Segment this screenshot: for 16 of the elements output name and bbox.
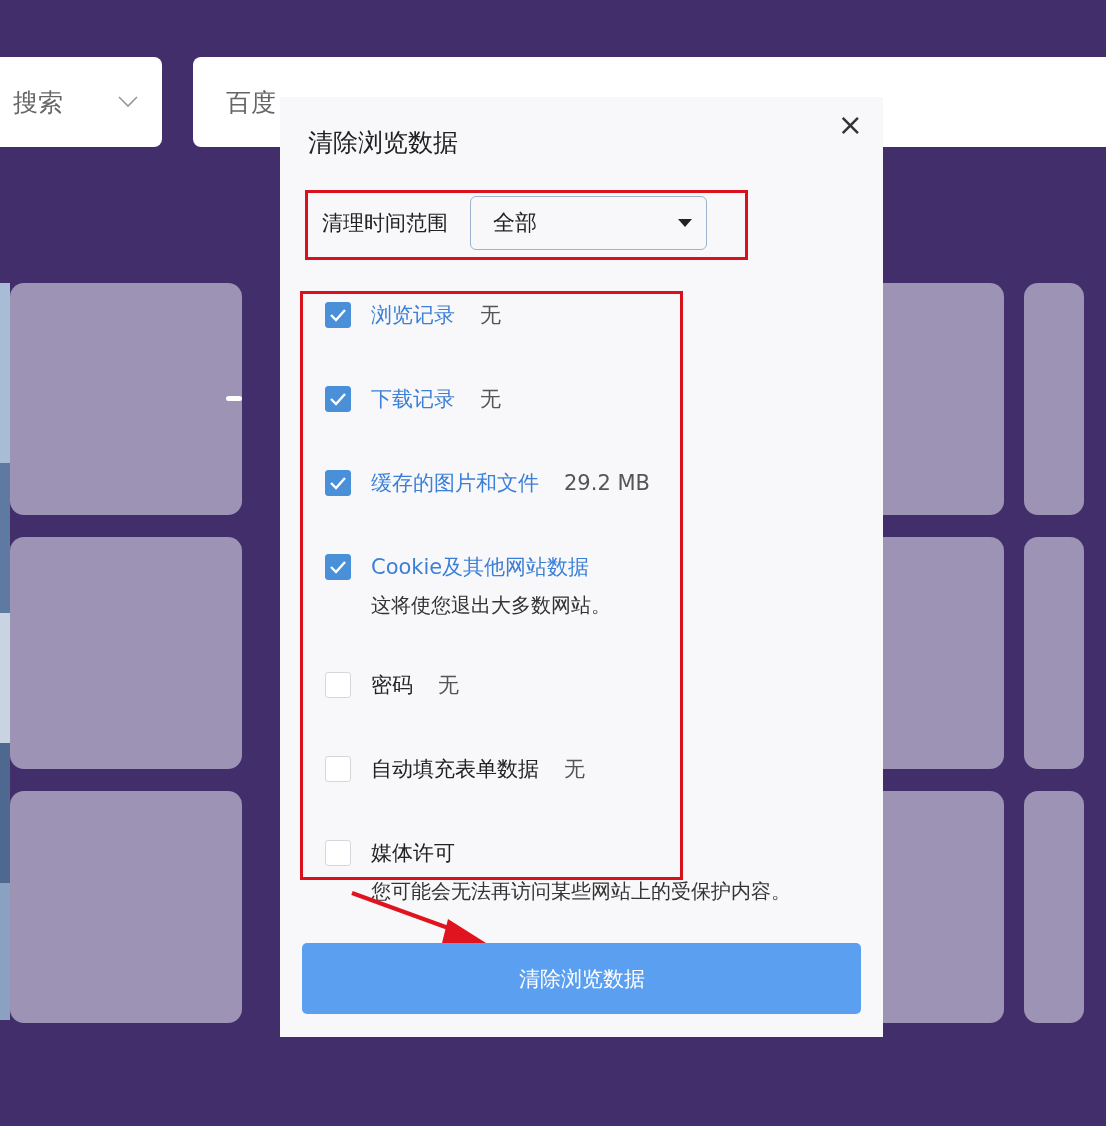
- option-label: 媒体许可: [371, 840, 455, 867]
- option-description: 您可能会无法再访问某些网站上的受保护内容。: [370, 878, 792, 905]
- option-value: 29.2 MB: [564, 471, 650, 495]
- option-label: 密码: [371, 672, 413, 699]
- option-value: 无: [438, 672, 459, 699]
- option-value: 无: [564, 756, 585, 783]
- option-description: 这将使您退出大多数网站。: [370, 592, 612, 619]
- option-value: 无: [480, 302, 501, 329]
- option-label: 自动填充表单数据: [371, 756, 539, 783]
- dialog-title: 清除浏览数据: [307, 127, 458, 159]
- option-value: 无: [480, 386, 501, 413]
- option-label: Cookie及其他网站数据: [371, 554, 590, 581]
- option-label: 缓存的图片和文件: [371, 470, 539, 497]
- option-label: 下载记录: [371, 386, 455, 413]
- time-range-label: 清理时间范围: [322, 210, 448, 237]
- option-label: 浏览记录: [371, 302, 455, 329]
